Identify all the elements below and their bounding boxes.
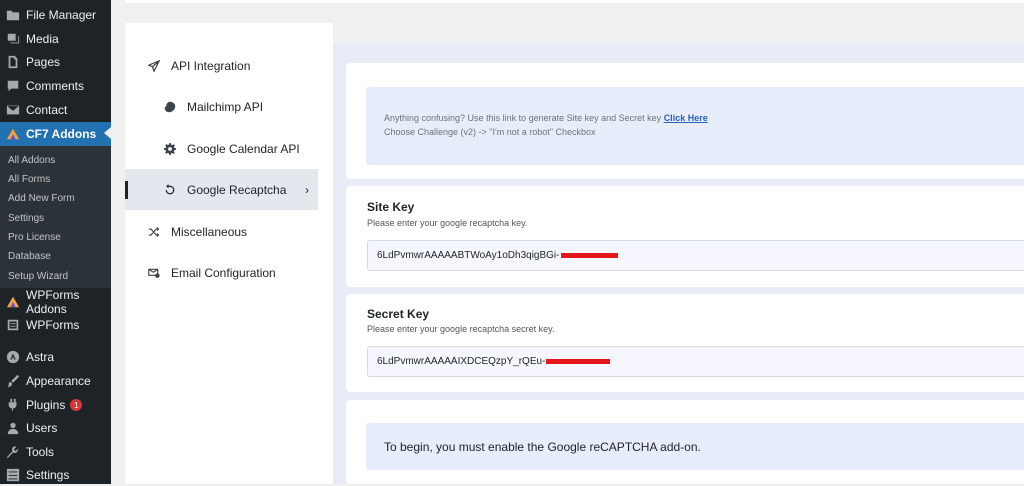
submenu-database[interactable]: Database <box>8 251 51 262</box>
settings-navigation <box>125 23 333 484</box>
menu-label: Astra <box>26 350 55 364</box>
nav-email-configuration[interactable]: Email Configuration <box>148 266 276 280</box>
nav-active-indicator <box>125 181 128 199</box>
site-key-card <box>346 186 1024 287</box>
astra-icon <box>6 350 20 364</box>
click-here-link[interactable]: Click Here <box>664 113 708 123</box>
chevron-right-icon: › <box>305 183 309 197</box>
menu-tools[interactable]: Tools <box>0 441 111 463</box>
redaction-mark <box>546 359 611 364</box>
menu-label: Media <box>26 32 59 46</box>
submenu-all-forms[interactable]: All Forms <box>8 174 50 185</box>
site-key-input[interactable]: 6LdPvmwrAAAAABTWoAy1oDh3qigBGi- <box>367 240 1024 271</box>
nav-label: Mailchimp API <box>187 100 264 114</box>
nav-google-recaptcha[interactable]: Google Recaptcha <box>164 183 286 197</box>
menu-pages[interactable]: Pages <box>0 51 111 73</box>
menu-wpforms[interactable]: WPForms <box>0 314 111 336</box>
menu-label: WPForms Addons <box>26 288 80 316</box>
nav-label: Google Recaptcha <box>187 183 287 197</box>
menu-settings[interactable]: Settings <box>0 464 111 486</box>
menu-label: File Manager <box>26 8 97 22</box>
shuffle-icon <box>148 227 160 237</box>
wp-admin-sidebar: File Manager Media Pages Comments Contac… <box>0 0 111 484</box>
media-icon <box>6 32 20 46</box>
plugin-icon <box>6 398 20 412</box>
menu-label: Settings <box>26 468 70 482</box>
submenu-setup-wizard[interactable]: Setup Wizard <box>8 271 68 282</box>
comments-icon <box>6 79 20 93</box>
enable-recaptcha-notice: To begin, you must enable the Google reC… <box>366 423 1024 470</box>
nav-label: Miscellaneous <box>171 225 248 239</box>
menu-media[interactable]: Media <box>0 28 111 50</box>
nav-label: Google Calendar API <box>187 142 300 156</box>
top-strip <box>125 0 1024 3</box>
nav-mailchimp-api[interactable]: Mailchimp API <box>164 100 263 114</box>
gear-icon <box>164 143 176 155</box>
menu-cf7-addons[interactable]: CF7 Addons <box>0 122 111 146</box>
menu-label: Tools <box>26 445 55 459</box>
submenu-settings[interactable]: Settings <box>8 213 44 224</box>
refresh-icon <box>165 184 175 195</box>
email-gear-icon <box>148 268 160 278</box>
nav-api-integration[interactable]: API Integration <box>148 59 250 73</box>
nav-google-calendar-api[interactable]: Google Calendar API <box>164 142 300 156</box>
wpforms-icon <box>6 318 20 332</box>
plugins-update-badge: 1 <box>70 399 83 411</box>
notice-text: To begin, you must enable the Google reC… <box>384 439 701 454</box>
menu-label: Pages <box>26 55 61 69</box>
folder-icon <box>6 8 20 22</box>
submenu-pro-license[interactable]: Pro License <box>8 232 61 243</box>
secret-key-help: Please enter your google recaptcha secre… <box>367 324 555 334</box>
info-line-1: Anything confusing? Use this link to gen… <box>384 113 708 123</box>
menu-label: Appearance <box>26 374 91 388</box>
info-line-2: Choose Challenge (v2) -> "I'm not a robo… <box>384 127 596 137</box>
menu-label: Users <box>26 421 58 435</box>
info-box <box>366 87 1024 165</box>
secret-key-value: 6LdPvmwrAAAAAIXDCEQzpY_rQEu- <box>377 356 546 367</box>
secret-key-card <box>346 294 1024 392</box>
cf7-submenu: All Addons All Forms Add New Form Settin… <box>0 146 111 288</box>
paintbrush-icon <box>6 374 20 388</box>
cf7-logo-icon <box>6 127 20 141</box>
menu-comments[interactable]: Comments <box>0 75 111 97</box>
wpforms-addons-logo-icon <box>6 295 20 309</box>
pages-icon <box>6 55 20 69</box>
send-icon <box>148 60 160 72</box>
info-text: Anything confusing? Use this link to gen… <box>384 113 662 123</box>
menu-file-manager[interactable]: File Manager <box>0 4 111 26</box>
site-key-value: 6LdPvmwrAAAAABTWoAy1oDh3qigBGi- <box>377 250 560 261</box>
menu-label: Contact <box>26 103 68 117</box>
nav-label: Email Configuration <box>171 266 276 280</box>
nav-miscellaneous[interactable]: Miscellaneous <box>148 225 247 239</box>
nav-label: API Integration <box>171 59 251 73</box>
submenu-add-new-form[interactable]: Add New Form <box>8 193 75 204</box>
menu-label: CF7 Addons <box>26 127 97 141</box>
menu-wpforms-addons[interactable]: WPForms Addons <box>0 288 111 316</box>
redaction-mark <box>560 253 618 258</box>
menu-contact[interactable]: Contact <box>0 99 111 121</box>
menu-label: Comments <box>26 79 85 93</box>
site-key-label: Site Key <box>367 200 415 214</box>
menu-plugins[interactable]: Plugins 1 <box>0 394 111 416</box>
secret-key-label: Secret Key <box>367 307 430 321</box>
wrench-icon <box>6 445 20 459</box>
menu-users[interactable]: Users <box>0 417 111 439</box>
settings-icon <box>6 468 20 482</box>
mail-icon <box>6 103 20 117</box>
site-key-help: Please enter your google recaptcha key. <box>367 218 528 228</box>
menu-label: Plugins <box>26 398 66 412</box>
menu-appearance[interactable]: Appearance <box>0 370 111 392</box>
menu-label: WPForms <box>26 318 80 332</box>
users-icon <box>6 421 20 435</box>
menu-astra[interactable]: Astra <box>0 346 111 368</box>
submenu-all-addons[interactable]: All Addons <box>8 155 55 166</box>
secret-key-input[interactable]: 6LdPvmwrAAAAAIXDCEQzpY_rQEu- <box>367 346 1024 377</box>
mailchimp-icon <box>164 101 176 113</box>
